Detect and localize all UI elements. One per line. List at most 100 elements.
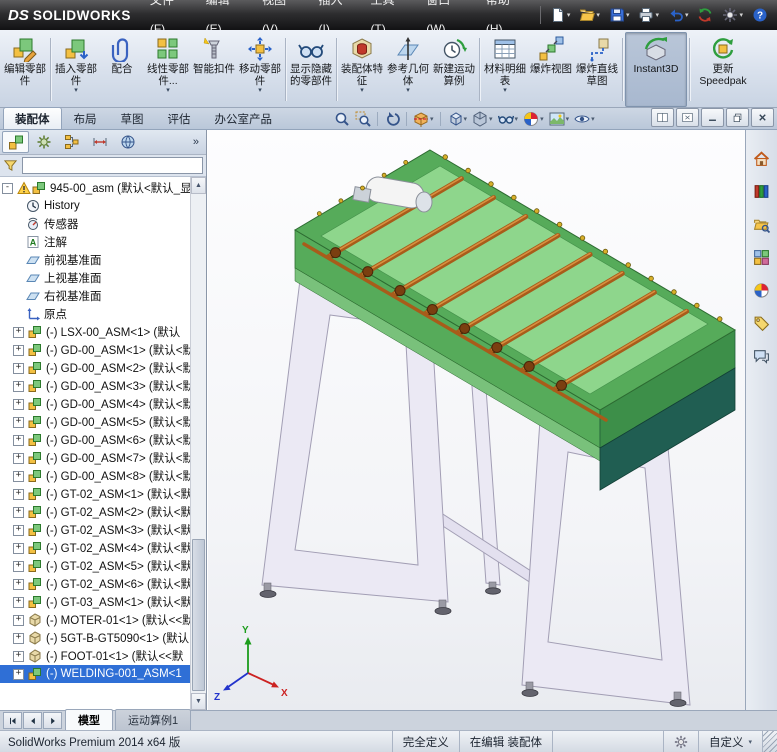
- hide-show-items-button[interactable]: ▾: [496, 110, 521, 128]
- tree-expander[interactable]: +: [13, 668, 24, 680]
- tree-item[interactable]: + (-) GT-02_ASM<2> (默认<默: [0, 503, 190, 521]
- doc-restore-button[interactable]: [726, 108, 749, 127]
- save-button[interactable]: ▾: [606, 4, 633, 26]
- tree-item[interactable]: + (-) GT-02_ASM<5> (默认<默: [0, 557, 190, 575]
- graphics-area[interactable]: Y X Z: [208, 130, 745, 710]
- tree-item[interactable]: History: [0, 197, 190, 215]
- taskpane-view-palette[interactable]: [750, 245, 774, 269]
- tab-motion-study-1[interactable]: 运动算例1: [115, 709, 192, 730]
- apply-scene-button[interactable]: ▾: [547, 110, 572, 128]
- bill-of-materials-button[interactable]: 材料明细表 ▾: [482, 32, 528, 107]
- zoom-area-button[interactable]: [353, 110, 373, 128]
- taskpane-custom-properties[interactable]: [750, 311, 774, 335]
- tree-expander[interactable]: +: [13, 578, 24, 590]
- reference-geometry-button[interactable]: 参考几何体 ▾: [385, 32, 431, 107]
- instant3d-button[interactable]: Instant3D: [625, 32, 687, 107]
- tree-expander[interactable]: +: [13, 596, 24, 608]
- new-document-button[interactable]: ▾: [547, 4, 574, 26]
- doc-close-button[interactable]: [751, 108, 774, 127]
- tree-item[interactable]: + (-) GD-00_ASM<4> (默认<默: [0, 395, 190, 413]
- tab-assembly[interactable]: 装配体: [3, 107, 62, 129]
- display-style-button[interactable]: ▾: [470, 110, 495, 128]
- edit-component-button[interactable]: 编辑零部件: [2, 32, 48, 107]
- tree-expander[interactable]: +: [13, 650, 24, 662]
- tree-expander[interactable]: +: [13, 470, 24, 482]
- tree-item[interactable]: + (-) GT-02_ASM<6> (默认<默: [0, 575, 190, 593]
- tree-item[interactable]: + (-) GT-02_ASM<1> (默认<默: [0, 485, 190, 503]
- status-settings-button[interactable]: [662, 731, 698, 752]
- tree-item[interactable]: + (-) GD-00_ASM<5> (默认<默: [0, 413, 190, 431]
- assembly-features-button[interactable]: 装配体特征 ▾: [339, 32, 385, 107]
- tree-item[interactable]: 前视基准面: [0, 251, 190, 269]
- tab-propertymanager[interactable]: [30, 131, 57, 153]
- linear-component-pattern-button[interactable]: 线性零部件... ▾: [145, 32, 191, 107]
- show-hidden-components-button[interactable]: 显示隐藏的零部件: [288, 32, 334, 107]
- taskpane-appearances[interactable]: [750, 278, 774, 302]
- tree-item[interactable]: + (-) LSX-00_ASM<1> (默认: [0, 323, 190, 341]
- options-button[interactable]: ▾: [719, 4, 746, 26]
- tree-item[interactable]: + (-) GT-02_ASM<4> (默认<默: [0, 539, 190, 557]
- tree-filter-input[interactable]: [22, 157, 203, 174]
- undo-button[interactable]: ▾: [665, 4, 692, 26]
- mate-button[interactable]: 配合: [99, 32, 145, 107]
- view-settings-button[interactable]: ▾: [572, 110, 597, 128]
- tab-evaluate[interactable]: 评估: [156, 107, 203, 129]
- scroll-down-arrow-icon[interactable]: ▼: [191, 693, 206, 710]
- tree-item[interactable]: 上视基准面: [0, 269, 190, 287]
- tree-item[interactable]: + (-) MOTER-01<1> (默认<<默: [0, 611, 190, 629]
- insert-components-button[interactable]: 插入零部件 ▾: [53, 32, 99, 107]
- previous-view-button[interactable]: [382, 110, 402, 128]
- tree-expander[interactable]: +: [13, 506, 24, 518]
- tree-expander[interactable]: +: [13, 326, 24, 338]
- pane-first-button[interactable]: [3, 712, 22, 729]
- tab-model[interactable]: 模型: [65, 709, 113, 730]
- tree-expander[interactable]: +: [13, 434, 24, 446]
- open-button[interactable]: ▾: [576, 4, 603, 26]
- tree-item[interactable]: + (-) 5GT-B-GT5090<1> (默认: [0, 629, 190, 647]
- tree-item[interactable]: + (-) GD-00_ASM<8> (默认<默: [0, 467, 190, 485]
- taskpane-design-library[interactable]: [750, 179, 774, 203]
- rebuild-button[interactable]: [694, 4, 716, 26]
- scroll-up-arrow-icon[interactable]: ▲: [191, 177, 206, 194]
- tree-item[interactable]: + (-) GD-00_ASM<1> (默认<默: [0, 341, 190, 359]
- tree-item[interactable]: 传感器: [0, 215, 190, 233]
- tree-expander[interactable]: +: [13, 560, 24, 572]
- scrollbar-track[interactable]: [191, 194, 206, 693]
- print-button[interactable]: ▾: [635, 4, 662, 26]
- tree-item[interactable]: + (-) GD-00_ASM<2> (默认<默: [0, 359, 190, 377]
- tab-dimxpertmanager[interactable]: [86, 131, 113, 153]
- scrollbar-thumb[interactable]: [192, 539, 205, 691]
- zoom-fit-button[interactable]: [332, 110, 352, 128]
- smart-fasteners-button[interactable]: 智能扣件: [191, 32, 237, 107]
- view-orientation-button[interactable]: ▾: [445, 110, 470, 128]
- tree-item[interactable]: + (-) WELDING-001_ASM<1: [0, 665, 190, 683]
- tab-configurationmanager[interactable]: [58, 131, 85, 153]
- panel-overflow-button[interactable]: »: [188, 136, 204, 148]
- tree-item[interactable]: + (-) GD-00_ASM<7> (默认<默: [0, 449, 190, 467]
- tab-featuremanager[interactable]: [2, 131, 29, 153]
- taskpane-resources[interactable]: [750, 146, 774, 170]
- tree-expander[interactable]: +: [13, 416, 24, 428]
- explode-line-sketch-button[interactable]: 爆炸直线草图: [574, 32, 620, 107]
- update-speedpak-button[interactable]: 更新 Speedpak: [692, 32, 754, 107]
- tree-root-item[interactable]: - 945-00_asm (默认<默认_显...: [0, 179, 190, 197]
- tree-expander[interactable]: +: [13, 344, 24, 356]
- tab-sketch[interactable]: 草图: [109, 107, 156, 129]
- tree-expander[interactable]: +: [13, 362, 24, 374]
- tree-expander[interactable]: +: [13, 398, 24, 410]
- tree-expander[interactable]: +: [13, 380, 24, 392]
- tree-expander[interactable]: +: [13, 488, 24, 500]
- section-view-button[interactable]: ▾: [411, 110, 436, 128]
- tree-expander[interactable]: +: [13, 542, 24, 554]
- pane-next-button[interactable]: [43, 712, 62, 729]
- tree-expander[interactable]: +: [13, 452, 24, 464]
- tree-expander[interactable]: +: [13, 632, 24, 644]
- taskpane-file-explorer[interactable]: [750, 212, 774, 236]
- tree-item[interactable]: + (-) GT-02_ASM<3> (默认<默: [0, 521, 190, 539]
- tree-expander[interactable]: +: [13, 524, 24, 536]
- tree-item[interactable]: + (-) GD-00_ASM<6> (默认<默: [0, 431, 190, 449]
- tree-item[interactable]: 原点: [0, 305, 190, 323]
- tab-layout[interactable]: 布局: [62, 107, 109, 129]
- pane-split-button[interactable]: [651, 108, 674, 127]
- tree-item[interactable]: + (-) GD-00_ASM<3> (默认<默: [0, 377, 190, 395]
